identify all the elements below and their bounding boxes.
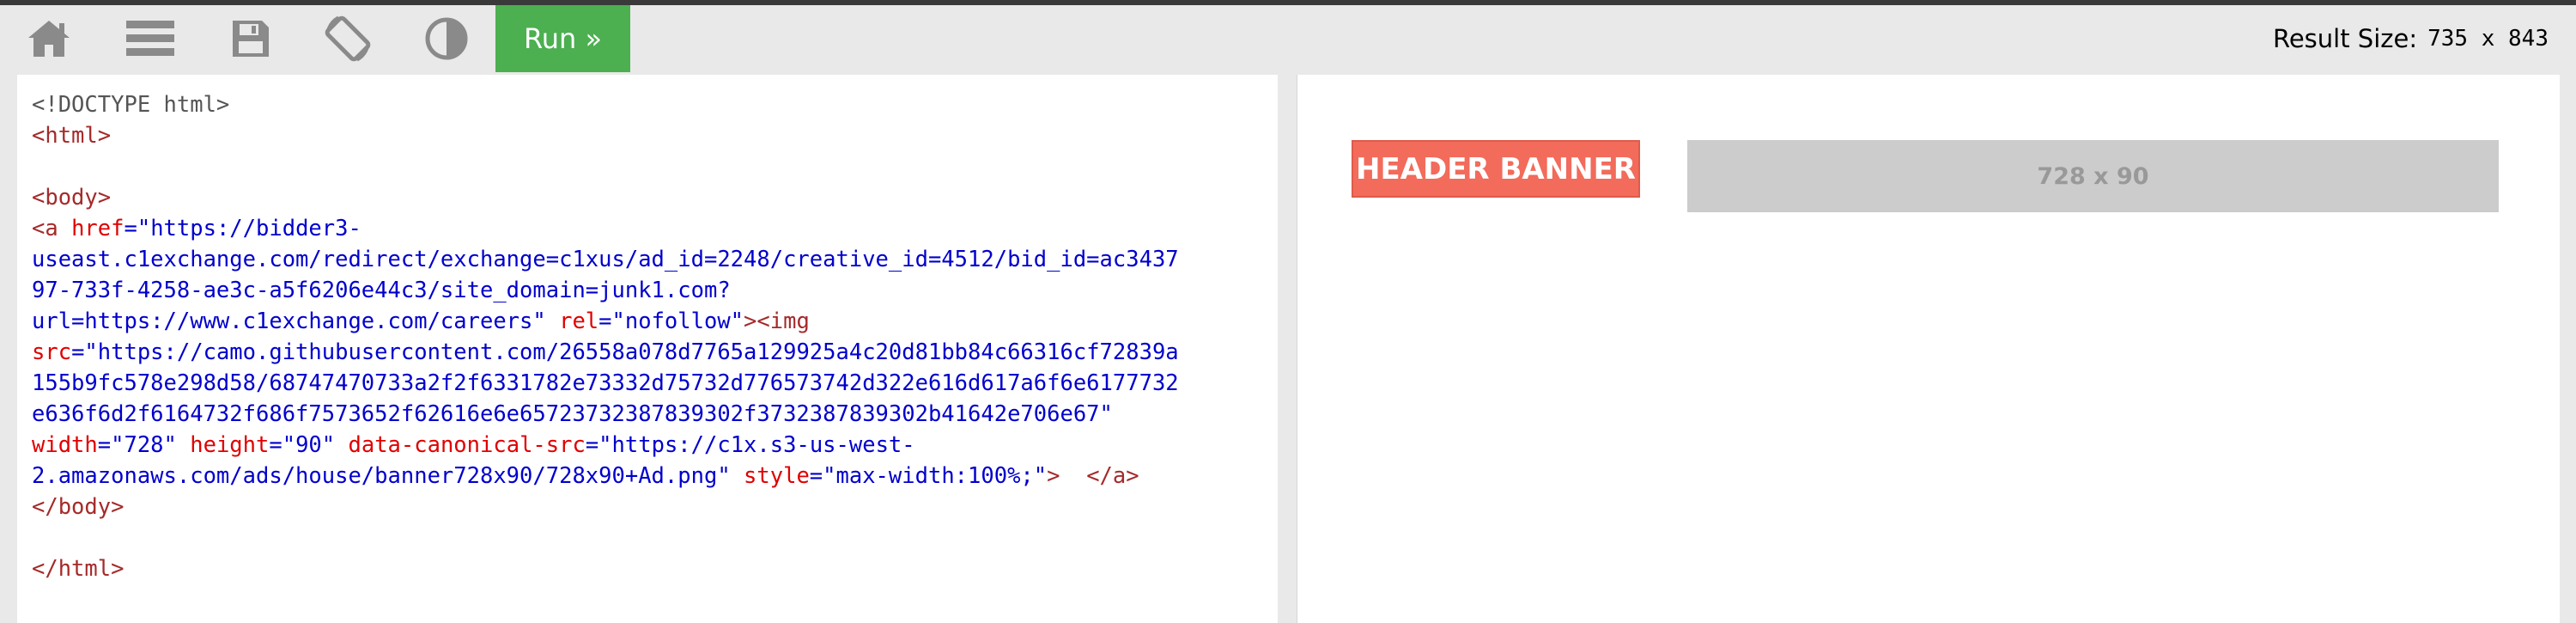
code-token: data-canonical-src	[348, 432, 586, 458]
code-line: url=https://www.c1exchange.com/careers" …	[32, 306, 1273, 337]
code-token: width	[32, 432, 98, 458]
result-size: Result Size: 735 x 843	[2273, 5, 2549, 72]
save-button[interactable]	[221, 5, 281, 72]
code-line: 155b9fc578e298d58/68747470733a2f2f633178…	[32, 368, 1273, 399]
code-token: ="https://c1x.s3-us-west-	[585, 432, 915, 458]
run-button[interactable]: Run »	[495, 5, 630, 72]
hamburger-menu-icon	[125, 17, 176, 60]
panel-divider[interactable]	[1278, 75, 1297, 623]
code-token: e636f6d2f6164732f686f7573652f62616e6e657…	[32, 401, 1113, 427]
code-token: useast.c1exchange.com/redirect/exchange=…	[32, 247, 1179, 272]
theme-button[interactable]	[416, 5, 477, 72]
code-token: 97-733f-4258-ae3c-a5f6206e44c3/site_doma…	[32, 278, 731, 303]
floppy-disk-icon	[229, 17, 272, 60]
code-line: <a href="https://bidder3-	[32, 213, 1273, 244]
ad-placeholder-image[interactable]: 728 x 90	[1687, 140, 2499, 212]
code-token: url=https://www.c1exchange.com/careers"	[32, 308, 560, 334]
code-token: <body>	[32, 185, 112, 211]
code-token: <a	[32, 216, 72, 241]
menu-button[interactable]	[120, 5, 180, 72]
code-token: </a>	[1086, 463, 1139, 489]
code-token: ="nofollow"	[598, 308, 744, 334]
code-line: 2.amazonaws.com/ads/house/banner728x90/7…	[32, 461, 1273, 492]
result-preview: HEADER BANNER 728 x 90	[1297, 75, 2560, 623]
code-token: rel	[559, 308, 599, 334]
code-line: <!DOCTYPE html>	[32, 89, 1273, 120]
code-text[interactable]: <!DOCTYPE html> <html> <body> <a href="htt…	[32, 89, 1273, 584]
contrast-icon	[424, 16, 469, 61]
code-token: ="max-width:100%;"	[809, 463, 1048, 489]
code-token: ="https://camo.githubusercontent.com/265…	[71, 339, 1179, 365]
code-token: ="728"	[97, 432, 191, 458]
code-line: </html>	[32, 553, 1273, 584]
result-size-label: Result Size:	[2272, 24, 2418, 53]
code-token: </html>	[32, 556, 125, 582]
code-token: style	[744, 463, 810, 489]
code-token: <!DOCTYPE html>	[32, 92, 230, 118]
home-button[interactable]	[19, 5, 79, 72]
code-line: src="https://camo.githubusercontent.com/…	[32, 337, 1273, 368]
code-token: <html>	[32, 123, 112, 149]
code-token: src	[32, 339, 72, 365]
result-size-value: 735 x 843	[2427, 26, 2549, 52]
code-token: href	[71, 216, 125, 241]
code-token: height	[190, 432, 270, 458]
code-line: </body>	[32, 492, 1273, 522]
rotate-button[interactable]	[318, 5, 378, 72]
toolbar: Run » Result Size: 735 x 843	[0, 5, 2576, 72]
code-line: e636f6d2f6164732f686f7573652f62616e6e657…	[32, 399, 1273, 430]
code-line: 97-733f-4258-ae3c-a5f6206e44c3/site_doma…	[32, 275, 1273, 306]
code-line: useast.c1exchange.com/redirect/exchange=…	[32, 244, 1273, 275]
code-line: <html>	[32, 120, 1273, 151]
code-line: width="728" height="90" data-canonical-s…	[32, 430, 1273, 461]
code-token: ="90"	[269, 432, 349, 458]
code-line: <body>	[32, 182, 1273, 213]
code-token: ="https://bidder3-	[124, 216, 361, 241]
code-token: 155b9fc578e298d58/68747470733a2f2f633178…	[32, 370, 1179, 396]
home-icon	[25, 17, 73, 60]
code-token: 2.amazonaws.com/ads/house/banner728x90/7…	[32, 463, 744, 489]
code-token: </body>	[32, 494, 125, 520]
rotate-device-icon	[321, 12, 374, 65]
code-token: >	[1047, 463, 1087, 489]
code-token: ><img	[744, 308, 810, 334]
header-banner-logo[interactable]: HEADER BANNER	[1352, 140, 1640, 198]
code-editor[interactable]: <!DOCTYPE html> <html> <body> <a href="htt…	[17, 75, 1279, 623]
